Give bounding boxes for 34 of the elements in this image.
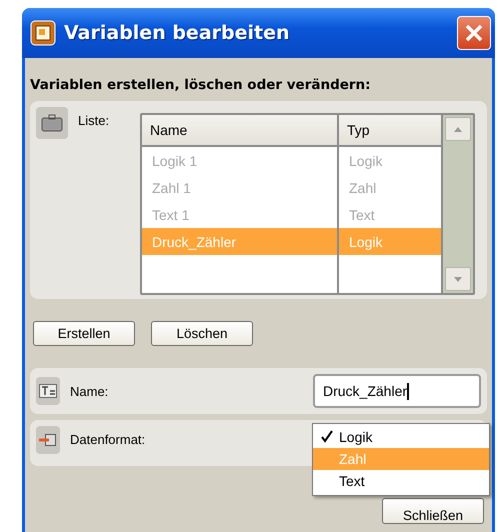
column-header[interactable]: Typ [339,115,441,147]
menu-option[interactable]: Text [313,470,489,492]
section-heading: Variablen erstellen, löschen oder verändern: [30,77,372,95]
window-title: Variablen bearbeiten [64,22,291,44]
name-input-field[interactable]: Druck_Zähler [313,374,481,408]
check-icon [321,428,335,446]
table-cell[interactable]: Text [339,201,441,228]
table-cell[interactable]: Zahl [339,174,441,201]
import-icon [36,426,60,454]
format-label: Datenformat: [70,432,146,447]
menu-option[interactable]: Zahl [313,448,489,470]
app-icon [30,20,56,46]
close-button[interactable] [457,16,491,50]
close-dialog-button[interactable]: Schließen [382,498,484,524]
down-arrow-icon [454,276,462,282]
table-cell[interactable]: Druck_Zähler [142,228,337,255]
table-cell[interactable]: Zahl 1 [142,174,337,201]
scroll-up-button[interactable] [445,117,471,141]
menu-option[interactable]: Logik [313,426,489,448]
text-field-icon [36,377,60,405]
action-button[interactable]: Erstellen [33,321,135,346]
table-cell[interactable]: Logik [339,228,441,255]
table-cell[interactable]: Logik 1 [142,147,337,174]
close-icon [464,23,484,43]
table-cell[interactable]: Logik [339,147,441,174]
table-cell[interactable]: Text 1 [142,201,337,228]
name-label: Name: [70,384,108,398]
briefcase-icon [36,107,68,139]
column-header[interactable]: Name [142,115,337,147]
scrollbar[interactable] [443,115,473,293]
action-button[interactable]: Löschen [151,321,253,346]
list-label: Liste: [78,113,110,128]
up-arrow-icon [454,126,462,132]
scroll-down-button[interactable] [445,267,471,291]
